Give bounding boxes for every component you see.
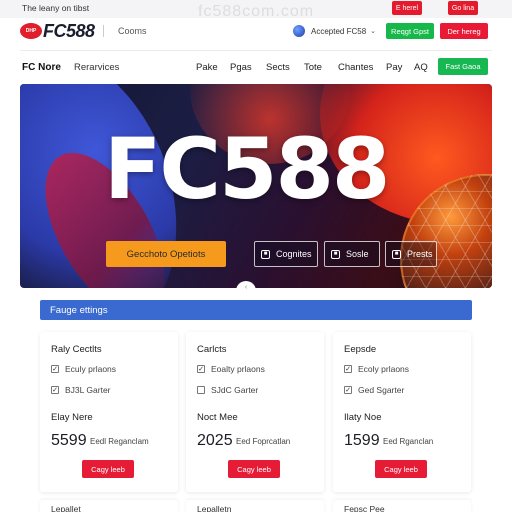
language-label: Accepted FC58 (311, 26, 367, 36)
card-number: 2025 (197, 432, 233, 449)
option-label: Ged Sgarter (358, 385, 405, 395)
card-option[interactable]: SJdC Garter (197, 385, 258, 395)
chip-label: Prests (407, 249, 433, 259)
nav-resources[interactable]: Rerarvices (74, 62, 119, 73)
register-button[interactable]: Reqgt Gpst (386, 23, 434, 39)
nav-item[interactable]: Sects (266, 62, 290, 73)
top-button-2[interactable]: Go lina (448, 1, 478, 15)
nav-cta-button[interactable]: Fast Gaoa (438, 58, 488, 75)
card-option[interactable]: ✓ Eculy prlaons (51, 364, 116, 374)
nav-home[interactable]: FC Nore (22, 62, 61, 73)
logo[interactable]: DHP FC588 (20, 20, 100, 42)
card-title: Eepsde (344, 344, 377, 355)
card-option[interactable]: ✓ BJ3L Garter (51, 385, 111, 395)
card-option[interactable]: ✓ Eoalty prlaons (197, 364, 265, 374)
watermark: fc588com.com (198, 3, 315, 20)
nav-item[interactable]: Chantes (338, 62, 373, 73)
card-label: Noct Mee (197, 412, 238, 423)
card-title: Lepalletn (197, 504, 232, 512)
card-title: Lepallet (51, 504, 81, 512)
hero-banner: FC588 Gecchoto Opetiots ■ Cognites ■ Sos… (20, 84, 492, 288)
nav-item[interactable]: Pgas (230, 62, 252, 73)
hero-chip-prests[interactable]: ■ Prests (385, 241, 437, 267)
checkbox-icon[interactable] (197, 386, 205, 394)
hero-chip-sosle[interactable]: ■ Sosle (324, 241, 380, 267)
tagline: The leany on tibst (22, 3, 90, 13)
checkbox-icon[interactable]: ✓ (51, 386, 59, 394)
card-title: Raly Cectlts (51, 344, 102, 355)
checkbox-icon[interactable]: ✓ (197, 365, 205, 373)
card-unit: Eedl Reganclam (90, 437, 149, 446)
plan-card: Carlcts ✓ Eoalty prlaons SJdC Garter Noc… (186, 332, 324, 492)
nav-item[interactable]: Pay (386, 62, 402, 73)
option-label: BJ3L Garter (65, 385, 111, 395)
chip-label: Sosle (346, 249, 369, 259)
plan-card: Raly Cectlts ✓ Eculy prlaons ✓ BJ3L Gart… (40, 332, 178, 492)
card-button[interactable]: Cagy leeb (82, 460, 134, 478)
nav-item[interactable]: Pake (196, 62, 218, 73)
nav-item[interactable]: AQ (414, 62, 428, 73)
chip-icon: ■ (392, 249, 401, 259)
login-button[interactable]: Der hereg (440, 23, 488, 39)
plan-card-peek: Lepallet (40, 500, 178, 512)
plan-card-peek: Fepsc Pee (333, 500, 471, 512)
card-unit: Eed Rganclan (383, 437, 434, 446)
card-number: 1599 (344, 432, 380, 449)
checkbox-icon[interactable]: ✓ (344, 386, 352, 394)
chip-label: Cognites (276, 249, 312, 259)
logo-text: FC588 (43, 20, 95, 41)
card-unit: Eed Foprcatlan (236, 437, 291, 446)
plan-card: Eepsde ✓ Ecoly prlaons ✓ Ged Sgarter Ila… (333, 332, 471, 492)
hero-chip-cognites[interactable]: ■ Cognites (254, 241, 318, 267)
checkbox-icon[interactable]: ✓ (344, 365, 352, 373)
hero-title: FC588 (104, 120, 390, 218)
checkbox-icon[interactable]: ✓ (51, 365, 59, 373)
logo-badge-icon: DHP (20, 23, 42, 39)
chip-icon: ■ (261, 249, 270, 259)
section-header: Fauge ettings (40, 300, 472, 320)
card-label: Ilaty Noe (344, 412, 382, 423)
header-divider-line (20, 50, 492, 51)
language-selector[interactable]: Accepted FC58 ⌄ (293, 24, 376, 38)
carousel-arrow-icon[interactable]: ‹ (236, 281, 256, 295)
option-label: Eoalty prlaons (211, 364, 265, 374)
card-title: Carlcts (197, 344, 227, 355)
globe-icon (293, 25, 305, 37)
option-label: Ecoly prlaons (358, 364, 410, 374)
header-link[interactable]: Cooms (118, 26, 147, 36)
option-label: Eculy prlaons (65, 364, 117, 374)
header-divider (103, 25, 104, 37)
card-option[interactable]: ✓ Ecoly prlaons (344, 364, 409, 374)
top-button-1[interactable]: E herel (392, 1, 422, 15)
nav-item[interactable]: Tote (304, 62, 322, 73)
card-option[interactable]: ✓ Ged Sgarter (344, 385, 404, 395)
card-title: Fepsc Pee (344, 504, 385, 512)
card-button[interactable]: Cagy leeb (375, 460, 427, 478)
hero-cta-button[interactable]: Gecchoto Opetiots (106, 241, 226, 267)
card-label: Elay Nere (51, 412, 93, 423)
chevron-down-icon: ⌄ (370, 28, 377, 35)
option-label: SJdC Garter (211, 385, 259, 395)
card-number: 5599 (51, 432, 87, 449)
section-title: Fauge ettings (50, 304, 108, 316)
card-button[interactable]: Cagy leeb (228, 460, 280, 478)
plan-card-peek: Lepalletn (186, 500, 324, 512)
chip-icon: ■ (331, 249, 340, 259)
